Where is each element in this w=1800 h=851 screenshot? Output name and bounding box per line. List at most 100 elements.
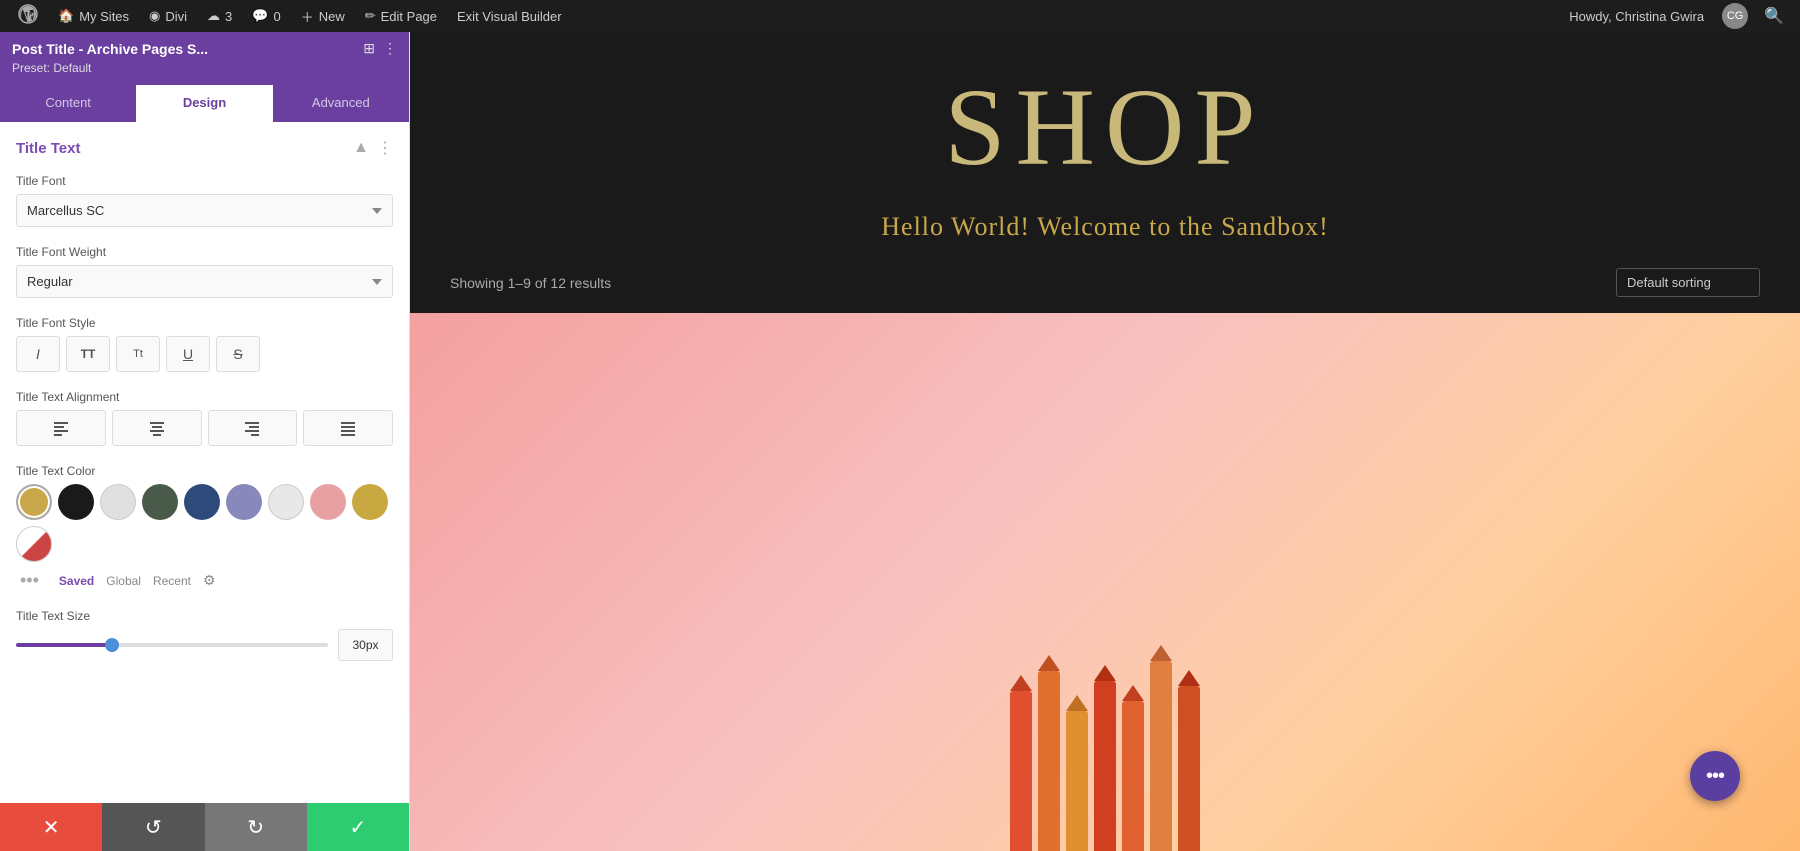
results-text: Showing 1–9 of 12 results xyxy=(450,275,611,291)
pencil-icon: ✏ xyxy=(365,8,376,24)
color-swatch-gold2[interactable] xyxy=(352,484,388,520)
title-color-group: Title Text Color xyxy=(16,464,393,591)
size-slider-row: 30px xyxy=(16,629,393,661)
title-alignment-group: Title Text Alignment xyxy=(16,390,393,446)
pencil-3 xyxy=(1066,711,1088,851)
pencil-1 xyxy=(1010,691,1032,851)
cloud-menu[interactable]: ☁ 3 xyxy=(197,0,242,32)
underline-btn[interactable]: U xyxy=(166,336,210,372)
my-sites-menu[interactable]: 🏠 My Sites xyxy=(48,0,139,32)
color-swatch-golden[interactable] xyxy=(16,484,52,520)
color-picker-area: ••• Saved Global Recent ⚙ xyxy=(16,484,393,591)
save-button[interactable]: ✓ xyxy=(307,803,409,851)
avatar[interactable]: CG xyxy=(1722,3,1748,29)
color-tabs: Saved Global Recent ⚙ xyxy=(59,572,216,589)
left-panel: Post Title - Archive Pages S... ⊞ ⋮ Pres… xyxy=(0,32,410,851)
title-font-style-label: Title Font Style xyxy=(16,316,393,330)
color-tab-saved[interactable]: Saved xyxy=(59,574,94,588)
section-header: Title Text ▲ ⋮ xyxy=(16,138,393,158)
panel-content: Title Text ▲ ⋮ Title Font Marcellus SC A… xyxy=(0,122,409,803)
panel-header: Post Title - Archive Pages S... ⊞ ⋮ Pres… xyxy=(0,32,409,85)
admin-bar: 🏠 My Sites ◉ Divi ☁ 3 💬 0 ＋ New ✏ Edit P… xyxy=(0,0,1800,32)
tab-content[interactable]: Content xyxy=(0,85,136,122)
new-menu[interactable]: ＋ New xyxy=(291,0,355,32)
shop-subtitle: Hello World! Welcome to the Sandbox! xyxy=(881,212,1329,242)
color-tab-recent[interactable]: Recent xyxy=(153,574,191,588)
title-font-group: Title Font Marcellus SC Arial Georgia xyxy=(16,174,393,227)
strikethrough-btn[interactable]: S xyxy=(216,336,260,372)
title-font-select[interactable]: Marcellus SC Arial Georgia xyxy=(16,194,393,227)
sort-select[interactable]: Default sorting Sort by popularity Sort … xyxy=(1616,268,1760,297)
admin-search-icon[interactable]: 🔍 xyxy=(1756,6,1792,26)
color-swatch-darkblue[interactable] xyxy=(184,484,220,520)
uppercase-btn[interactable]: TT xyxy=(66,336,110,372)
title-size-value[interactable]: 30px xyxy=(338,629,393,661)
preset-label[interactable]: Preset: Default xyxy=(12,61,397,75)
exit-visual-builder-button[interactable]: Exit Visual Builder xyxy=(447,0,572,32)
tab-advanced[interactable]: Advanced xyxy=(273,85,409,122)
title-font-weight-label: Title Font Weight xyxy=(16,245,393,259)
edit-page-button[interactable]: ✏ Edit Page xyxy=(355,0,447,32)
color-swatch-black[interactable] xyxy=(58,484,94,520)
color-swatch-purplegray[interactable] xyxy=(226,484,262,520)
user-howdy[interactable]: Howdy, Christina Gwira xyxy=(1559,0,1714,32)
divi-menu[interactable]: ◉ Divi xyxy=(139,0,197,32)
shop-title: SHOP xyxy=(944,72,1265,182)
alignment-buttons xyxy=(16,410,393,446)
color-settings-icon[interactable]: ⚙ xyxy=(203,572,216,589)
color-swatch-lightgray[interactable] xyxy=(100,484,136,520)
redo-button[interactable]: ↻ xyxy=(205,803,307,851)
right-content: SHOP Hello World! Welcome to the Sandbox… xyxy=(410,32,1800,851)
title-alignment-label: Title Text Alignment xyxy=(16,390,393,404)
comments-menu[interactable]: 💬 0 xyxy=(242,0,290,32)
color-swatch-darkgreen[interactable] xyxy=(142,484,178,520)
align-left-btn[interactable] xyxy=(16,410,106,446)
title-size-slider[interactable] xyxy=(16,643,328,647)
color-tab-global[interactable]: Global xyxy=(106,574,141,588)
floating-action-button[interactable]: ••• xyxy=(1690,751,1740,801)
pencils-container xyxy=(1010,661,1200,851)
panel-tabs: Content Design Advanced xyxy=(0,85,409,122)
title-color-label: Title Text Color xyxy=(16,464,393,478)
title-font-style-group: Title Font Style I TT Tt U S xyxy=(16,316,393,372)
wp-logo-icon[interactable] xyxy=(8,4,48,29)
panel-title: Post Title - Archive Pages S... xyxy=(12,41,208,57)
plus-icon: ＋ xyxy=(301,7,314,26)
cloud-icon: ☁ xyxy=(207,8,220,24)
preview-area: SHOP Hello World! Welcome to the Sandbox… xyxy=(410,32,1800,851)
title-size-label: Title Text Size xyxy=(16,609,393,623)
cancel-button[interactable]: ✕ xyxy=(0,803,102,851)
pencil-6 xyxy=(1150,661,1172,851)
pencil-4 xyxy=(1094,681,1116,851)
color-swatch-offwhite[interactable] xyxy=(268,484,304,520)
font-style-buttons: I TT Tt U S xyxy=(16,336,393,372)
layout-icon[interactable]: ⊞ xyxy=(363,40,375,57)
color-swatches xyxy=(16,484,393,562)
align-center-btn[interactable] xyxy=(112,410,202,446)
section-title: Title Text xyxy=(16,140,80,157)
floating-btn-dots: ••• xyxy=(1706,765,1724,788)
title-font-label: Title Font xyxy=(16,174,393,188)
main-layout: Post Title - Archive Pages S... ⊞ ⋮ Pres… xyxy=(0,32,1800,851)
section-menu-icon[interactable]: ⋮ xyxy=(377,138,393,158)
divi-icon: ◉ xyxy=(149,8,160,24)
undo-button[interactable]: ↺ xyxy=(102,803,204,851)
color-more-dots[interactable]: ••• xyxy=(16,570,43,591)
title-font-weight-select[interactable]: Regular Bold Light xyxy=(16,265,393,298)
shop-meta-row: Showing 1–9 of 12 results Default sortin… xyxy=(410,252,1800,313)
more-options-icon[interactable]: ⋮ xyxy=(383,40,397,57)
home-icon: 🏠 xyxy=(58,8,74,24)
panel-bottom-buttons: ✕ ↺ ↻ ✓ xyxy=(0,803,409,851)
pencil-5 xyxy=(1122,701,1144,851)
products-background xyxy=(410,313,1800,851)
color-swatch-red[interactable] xyxy=(16,526,52,562)
capitalize-btn[interactable]: Tt xyxy=(116,336,160,372)
align-justify-btn[interactable] xyxy=(303,410,393,446)
pencil-7 xyxy=(1178,686,1200,851)
products-preview: ••• xyxy=(410,313,1800,851)
collapse-icon[interactable]: ▲ xyxy=(353,139,369,157)
tab-design[interactable]: Design xyxy=(136,85,272,122)
color-swatch-lightred[interactable] xyxy=(310,484,346,520)
italic-btn[interactable]: I xyxy=(16,336,60,372)
align-right-btn[interactable] xyxy=(208,410,298,446)
